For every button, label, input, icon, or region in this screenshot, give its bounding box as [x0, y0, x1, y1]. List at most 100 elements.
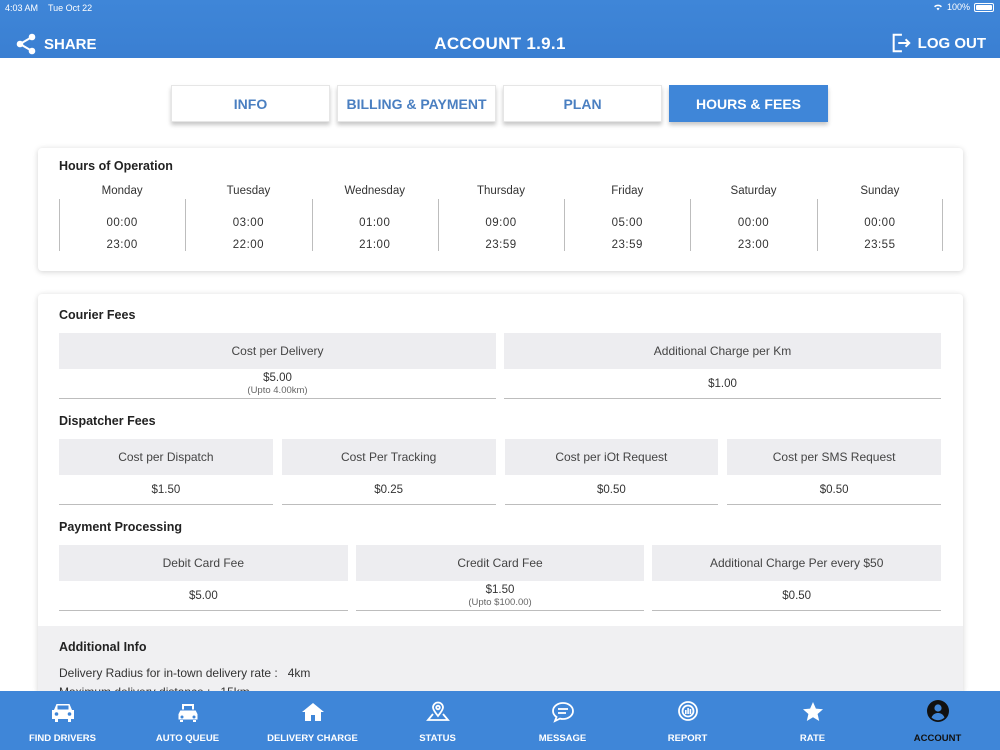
share-label: SHARE — [44, 35, 97, 53]
map-pin-icon — [425, 701, 450, 721]
fee-value: $5.00 — [263, 371, 292, 384]
open-time: 01:00 — [359, 217, 391, 229]
additional-info-section: Additional Info Delivery Radius for in-t… — [38, 626, 963, 694]
delivery-radius-label: Delivery Radius for in-town delivery rat… — [59, 666, 278, 680]
divider — [59, 199, 60, 251]
fee-additional-charge-per-50: Additional Charge Per every $50 $0.50 — [652, 545, 942, 611]
status-bar: 4:03 AM Tue Oct 22 100% — [0, 0, 1000, 16]
nav-label: RATE — [799, 733, 826, 744]
car-icon — [51, 704, 74, 722]
tab-info[interactable]: INFO — [171, 85, 330, 122]
fee-label: Credit Card Fee — [355, 545, 645, 581]
wifi-icon — [934, 4, 942, 11]
nav-label: STATUS — [419, 733, 456, 744]
divider — [941, 199, 943, 251]
divider — [185, 199, 187, 251]
fee-label: Cost per SMS Request — [727, 439, 941, 475]
fee-label: Debit Card Fee — [59, 545, 348, 581]
close-time: 23:00 — [106, 239, 138, 251]
fee-value-box: $0.50 — [727, 475, 941, 505]
open-time: 03:00 — [232, 217, 265, 229]
fee-value: $5.00 — [188, 589, 218, 602]
fee-cost-per-iot-request: Cost per iOt Request $0.50 — [504, 439, 719, 505]
nav-delivery-charge[interactable]: DELIVERY CHARGE — [250, 691, 375, 750]
fee-value: $1.50 — [151, 483, 181, 496]
day-name: Sunday — [860, 185, 900, 197]
fee-value-box: $5.00 — [59, 581, 348, 611]
days-row: Monday 00:00 23:00 Tuesday 03:00 22:00 W… — [59, 185, 943, 256]
nav-label: ACCOUNT — [913, 733, 962, 744]
status-time: 4:03 AM — [5, 3, 39, 13]
day-tuesday: Tuesday 03:00 22:00 — [185, 185, 311, 256]
fee-value-box: $5.00 (Upto 4.00km) — [59, 369, 496, 399]
report-icon — [677, 701, 698, 721]
tab-bar: INFO BILLING & PAYMENT PLAN HOURS & FEES — [171, 85, 828, 122]
fee-value: $1.50 — [485, 583, 515, 596]
delivery-radius-line: Delivery Radius for in-town delivery rat… — [59, 666, 942, 680]
auto-queue-icon — [177, 704, 198, 722]
share-icon — [16, 33, 36, 55]
nav-label: REPORT — [667, 733, 708, 744]
day-name: Wednesday — [344, 185, 405, 197]
tab-hours-fees[interactable]: HOURS & FEES — [669, 85, 828, 122]
open-time: 00:00 — [737, 217, 770, 229]
dispatcher-fees-row: Cost per Dispatch $1.50 Cost Per Trackin… — [59, 439, 941, 505]
fees-card: Courier Fees Cost per Delivery $5.00 (Up… — [38, 294, 963, 694]
fee-additional-charge-per-km: Additional Charge per Km $1.00 — [504, 333, 941, 399]
nav-label: FIND DRIVERS — [28, 733, 97, 744]
fee-label: Additional Charge Per every $50 — [652, 545, 942, 581]
logout-button[interactable]: LOG OUT — [890, 32, 986, 54]
close-time: 23:59 — [485, 239, 517, 251]
open-time: 09:00 — [485, 217, 517, 229]
close-time: 23:55 — [864, 239, 896, 251]
day-monday: Monday 00:00 23:00 — [59, 185, 185, 256]
open-time: 05:00 — [611, 217, 643, 229]
status-right: 100% — [933, 2, 994, 12]
logout-icon — [892, 33, 911, 53]
nav-auto-queue[interactable]: AUTO QUEUE — [125, 691, 250, 750]
tab-billing-payment[interactable]: BILLING & PAYMENT — [337, 85, 496, 122]
fee-debit-card: Debit Card Fee $5.00 — [59, 545, 348, 611]
fee-cost-per-tracking: Cost Per Tracking $0.25 — [281, 439, 496, 505]
day-saturday: Saturday 00:00 23:00 — [690, 185, 816, 256]
nav-status[interactable]: STATUS — [375, 691, 500, 750]
tab-plan[interactable]: PLAN — [503, 85, 662, 122]
nav-report[interactable]: REPORT — [625, 691, 750, 750]
bottom-nav: FIND DRIVERS AUTO QUEUE DELIVERY CHARGE … — [0, 691, 1000, 750]
star-icon — [802, 702, 823, 721]
fee-label: Cost per Delivery — [59, 333, 496, 369]
day-name: Friday — [611, 185, 644, 197]
payment-processing-title: Payment Processing — [59, 520, 182, 534]
hours-card: Hours of Operation Monday 00:00 23:00 Tu… — [38, 148, 963, 271]
day-wednesday: Wednesday 01:00 21:00 — [311, 185, 438, 256]
nav-rate[interactable]: RATE — [750, 691, 875, 750]
share-button[interactable]: SHARE — [14, 32, 97, 56]
fee-note: (Upto 4.00km) — [247, 384, 308, 396]
fee-value: $0.50 — [782, 589, 812, 602]
fee-value-box: $1.50 (Upto $100.00) — [355, 581, 645, 611]
fee-label: Cost per iOt Request — [504, 439, 719, 475]
day-thursday: Thursday 09:00 23:59 — [437, 185, 564, 256]
nav-label: MESSAGE — [538, 733, 587, 744]
nav-account[interactable]: ACCOUNT — [875, 691, 1000, 750]
divider — [690, 199, 692, 251]
nav-message[interactable]: MESSAGE — [500, 691, 625, 750]
fee-label: Additional Charge per Km — [504, 333, 941, 369]
battery-icon — [974, 2, 994, 12]
payment-processing-row: Debit Card Fee $5.00 Credit Card Fee $1.… — [59, 545, 942, 611]
additional-info-title: Additional Info — [59, 640, 147, 654]
day-sunday: Sunday 00:00 23:55 — [816, 185, 943, 256]
fee-credit-card: Credit Card Fee $1.50 (Upto $100.00) — [355, 545, 645, 611]
open-time: 00:00 — [864, 217, 896, 229]
home-icon — [301, 703, 324, 721]
delivery-radius-value: 4km — [287, 666, 311, 680]
fee-value-box: $1.00 — [504, 369, 941, 399]
nav-label: AUTO QUEUE — [155, 733, 220, 744]
app-header: 4:03 AM Tue Oct 22 100% SHARE ACCOUNT 1.… — [0, 0, 1000, 58]
open-time: 00:00 — [106, 217, 138, 229]
day-name: Monday — [101, 185, 143, 197]
fee-label: Cost per Dispatch — [59, 439, 273, 475]
nav-find-drivers[interactable]: FIND DRIVERS — [0, 691, 125, 750]
logout-label: LOG OUT — [917, 34, 986, 52]
close-time: 23:00 — [737, 239, 770, 251]
